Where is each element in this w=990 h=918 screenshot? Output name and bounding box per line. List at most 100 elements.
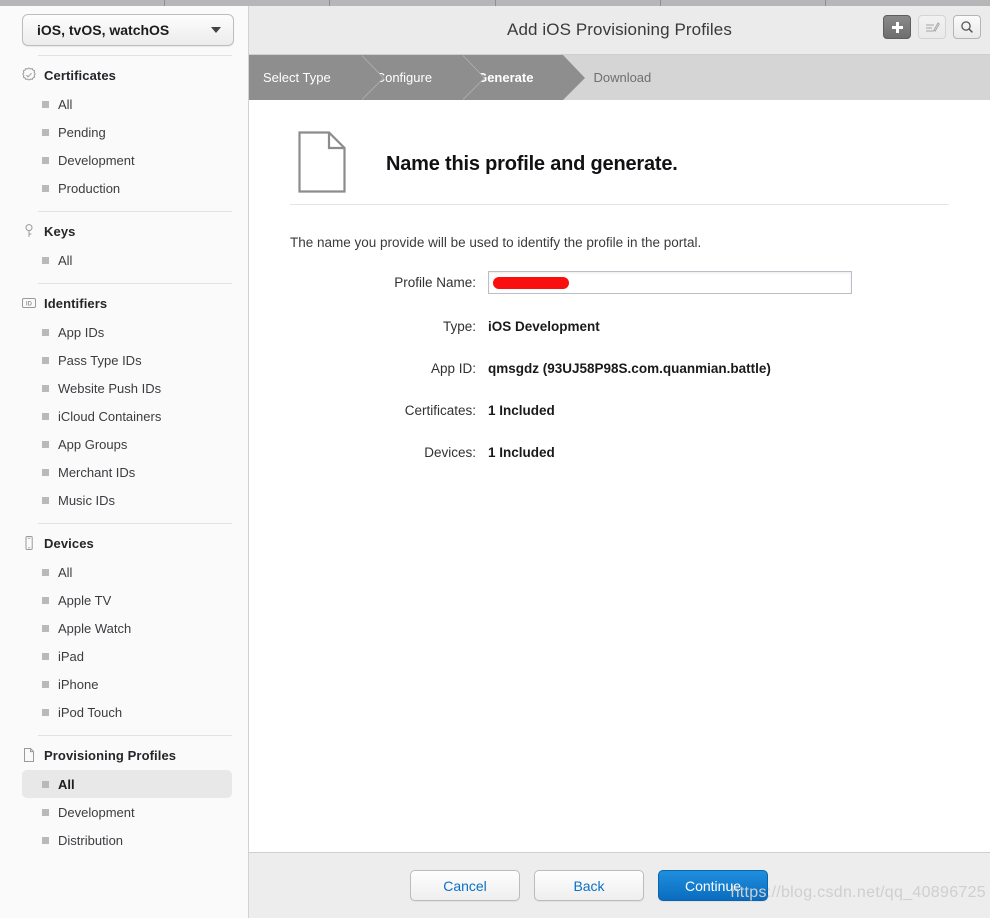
platform-selector-value: iOS, tvOS, watchOS xyxy=(37,22,170,38)
bullet-icon xyxy=(42,256,49,264)
sidebar-item-development[interactable]: Development xyxy=(22,146,232,174)
sidebar-item-label: All xyxy=(58,776,75,792)
bullet-icon xyxy=(42,808,49,816)
platform-selector[interactable]: iOS, tvOS, watchOS xyxy=(22,14,234,46)
form-row: Profile Name: xyxy=(290,266,949,299)
sidebar-item-pending[interactable]: Pending xyxy=(22,118,232,146)
sidebar-item-label: iPad xyxy=(58,648,85,664)
sidebar-item-label: App IDs xyxy=(58,324,105,340)
bullet-icon xyxy=(42,680,49,688)
step-label: Download xyxy=(593,70,652,85)
button-label: Continue xyxy=(684,877,742,894)
sidebar-item-label: Pending xyxy=(58,124,106,140)
sidebar-item-apple-tv[interactable]: Apple TV xyxy=(22,586,232,614)
sidebar-item-label: All xyxy=(58,96,73,112)
sidebar-item-website-push-ids[interactable]: Website Push IDs xyxy=(22,374,232,402)
search-button[interactable] xyxy=(953,15,981,39)
sidebar-item-label: Website Push IDs xyxy=(58,380,162,396)
bullet-icon xyxy=(42,156,49,164)
bullet-icon xyxy=(42,708,49,716)
bullet-icon xyxy=(42,568,49,576)
sidebar-item-all[interactable]: All xyxy=(22,770,232,798)
pencil-edit-icon xyxy=(925,21,940,32)
continue-button[interactable]: Continue xyxy=(658,870,768,901)
main-panel: Add iOS Provisioning Profiles Select Typ… xyxy=(249,6,990,918)
field-label: App ID: xyxy=(430,361,476,376)
sidebar-section-provisioning-profiles: Provisioning Profiles All Development Distr… xyxy=(0,735,248,854)
sidebar-item-label: Apple Watch xyxy=(58,620,132,636)
sidebar-item-ipod-touch[interactable]: iPod Touch xyxy=(22,698,232,726)
sidebar-item-ipad[interactable]: iPad xyxy=(22,642,232,670)
sidebar-section-header: ID Identifiers xyxy=(0,284,248,318)
bullet-icon xyxy=(42,128,49,136)
sidebar-section-header: Keys xyxy=(0,212,248,246)
sidebar-item-icloud-containers[interactable]: iCloud Containers xyxy=(22,402,232,430)
content-area: Name this profile and generate. The name… xyxy=(249,100,990,872)
bullet-icon xyxy=(42,780,49,788)
sidebar-section-title: Devices xyxy=(44,535,94,551)
sidebar-item-label: Pass Type IDs xyxy=(58,352,142,368)
sidebar-section-keys: Keys All xyxy=(0,211,248,274)
back-button[interactable]: Back xyxy=(534,870,644,901)
field-value: 1 Included xyxy=(488,403,555,418)
sidebar-item-label: Development xyxy=(58,152,135,168)
sidebar-item-app-groups[interactable]: App Groups xyxy=(22,430,232,458)
sidebar-item-all[interactable]: All xyxy=(22,90,232,118)
sidebar-item-label: iPhone xyxy=(58,676,99,692)
redaction-mark xyxy=(493,276,569,289)
profile-name-input[interactable] xyxy=(488,271,852,294)
sidebar-item-distribution[interactable]: Distribution xyxy=(22,826,232,854)
cancel-button[interactable]: Cancel xyxy=(410,870,520,901)
step-label: Configure xyxy=(375,70,433,85)
app-root: iOS, tvOS, watchOS Certificates All Pendin… xyxy=(0,0,990,918)
toolbar xyxy=(883,15,981,39)
sidebar-item-merchant-ids[interactable]: Merchant IDs xyxy=(22,458,232,486)
sidebar-item-iphone[interactable]: iPhone xyxy=(22,670,232,698)
sidebar-item-apple-watch[interactable]: Apple Watch xyxy=(22,614,232,642)
title-bar: Add iOS Provisioning Profiles xyxy=(249,6,990,55)
sidebar-nav: Certificates All Pending Development Product… xyxy=(0,55,248,854)
step-select-type[interactable]: Select Type xyxy=(249,55,384,100)
form-row: App ID: qmsgdz (93UJ58P98S.com.quanmian.b… xyxy=(290,352,949,385)
sidebar-section-header: Certificates xyxy=(0,56,248,90)
button-label: Back xyxy=(573,877,605,894)
bullet-icon xyxy=(42,356,49,364)
sidebar-section-header: Devices xyxy=(0,524,248,558)
svg-text:ID: ID xyxy=(26,302,33,308)
document-page-icon xyxy=(20,746,38,764)
sidebar-item-development[interactable]: Development xyxy=(22,798,232,826)
sidebar-section-header: Provisioning Profiles xyxy=(0,736,248,770)
sidebar-item-label: iCloud Containers xyxy=(58,408,162,424)
form-row: Certificates: 1 Included xyxy=(290,394,949,427)
certificate-seal-icon xyxy=(20,66,38,84)
add-button[interactable] xyxy=(883,15,911,39)
sidebar-item-label: Distribution xyxy=(58,832,124,848)
edit-button[interactable] xyxy=(918,15,946,39)
footer-bar: Cancel Back Continue xyxy=(249,852,990,918)
bullet-icon xyxy=(42,328,49,336)
bullet-icon xyxy=(42,384,49,392)
form-row: Devices: 1 Included xyxy=(290,436,949,469)
sidebar-section-title: Provisioning Profiles xyxy=(44,747,177,763)
bullet-icon xyxy=(42,468,49,476)
sidebar-item-production[interactable]: Production xyxy=(22,174,232,202)
sidebar-item-label: App Groups xyxy=(58,436,128,452)
field-label: Profile Name: xyxy=(394,275,476,290)
plus-icon xyxy=(891,21,903,33)
sidebar-item-app-ids[interactable]: App IDs xyxy=(22,318,232,346)
bullet-icon xyxy=(42,184,49,192)
field-label: Certificates: xyxy=(404,403,476,418)
sidebar-item-all[interactable]: All xyxy=(22,246,232,274)
sidebar-item-music-ids[interactable]: Music IDs xyxy=(22,486,232,514)
step-label: Generate xyxy=(477,70,534,85)
wizard-steps: Select Type Configure Generate Download xyxy=(249,55,990,100)
phone-device-icon xyxy=(20,534,38,552)
field-value: qmsgdz (93UJ58P98S.com.quanmian.battle) xyxy=(488,361,771,376)
sidebar-item-pass-type-ids[interactable]: Pass Type IDs xyxy=(22,346,232,374)
search-icon xyxy=(961,21,973,33)
bullet-icon xyxy=(42,440,49,448)
bullet-icon xyxy=(42,100,49,108)
sidebar-item-label: Development xyxy=(58,804,135,820)
sidebar-item-all[interactable]: All xyxy=(22,558,232,586)
sidebar-item-label: iPod Touch xyxy=(58,704,123,720)
